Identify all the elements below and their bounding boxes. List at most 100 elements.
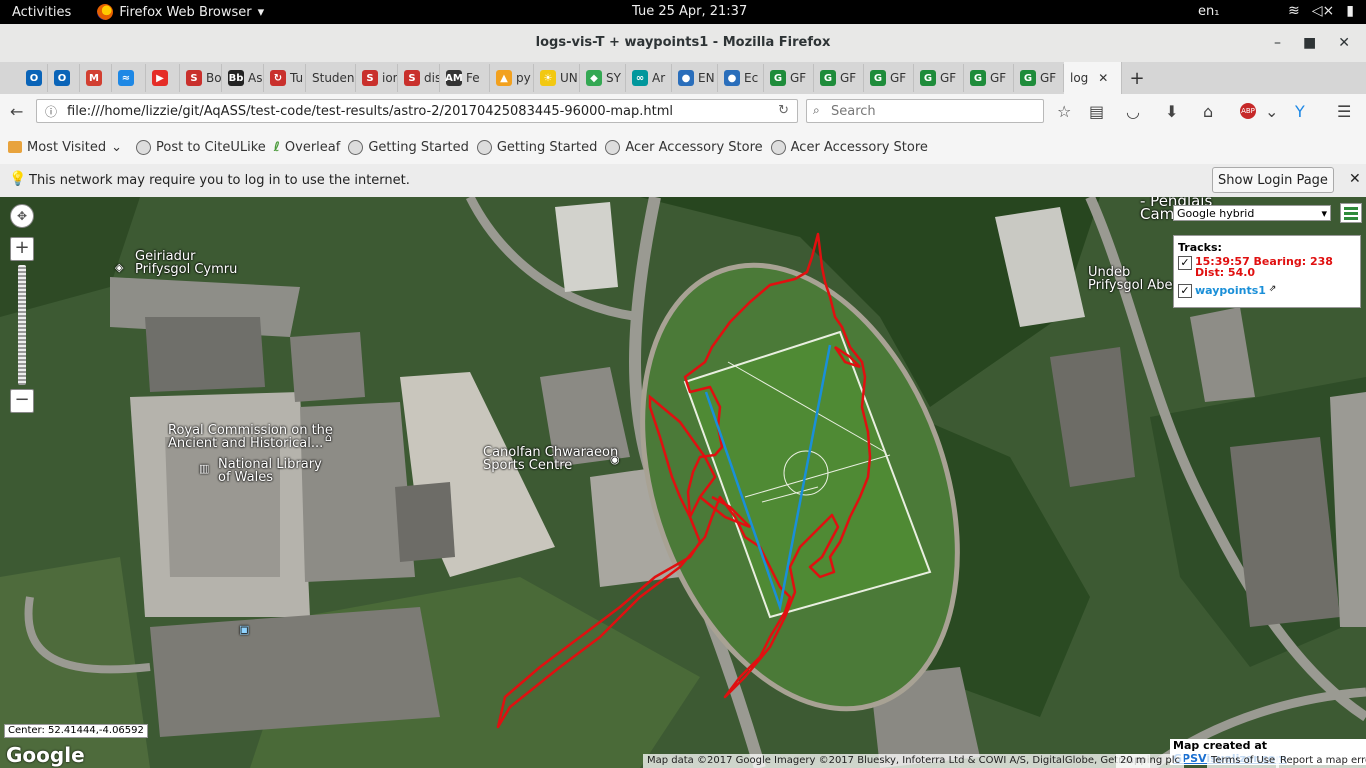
search-bar[interactable]: ⌕ Search <box>806 99 1044 123</box>
tab-item[interactable]: ● EN <box>672 64 718 92</box>
menu-icon <box>1344 207 1358 220</box>
tab-label: As <box>248 71 263 85</box>
zoom-in-button[interactable]: + <box>10 237 34 261</box>
tab-label: GF <box>990 71 1007 85</box>
globe-icon <box>348 139 364 155</box>
tab-item[interactable]: Sdis <box>398 64 440 92</box>
tab-item[interactable]: G GF <box>914 64 964 92</box>
map-credit-prefix: Map created at <box>1173 739 1268 752</box>
download-icon[interactable]: ⬇ <box>1165 102 1178 121</box>
globe-favicon-icon: ● <box>724 70 740 86</box>
zoom-control: + − <box>10 237 34 413</box>
tab-label: GF <box>840 71 857 85</box>
tab-item[interactable]: M <box>80 64 112 92</box>
layers-menu-button[interactable] <box>1340 203 1362 223</box>
minimize-button[interactable]: – <box>1274 24 1281 62</box>
chevron-down-icon: ⌄ <box>111 139 123 155</box>
tab-item[interactable]: G GF <box>864 64 914 92</box>
tab-item[interactable]: O <box>20 64 48 92</box>
back-arrow-icon[interactable]: ← <box>10 102 23 121</box>
bookmark-getting-started-2[interactable]: Getting Started <box>476 139 598 155</box>
track2-checkbox[interactable]: ✓ <box>1178 284 1192 298</box>
blackboard-favicon-icon: Bb <box>228 70 244 86</box>
adblock-icon[interactable]: ABP <box>1240 103 1256 119</box>
reload-icon[interactable]: ↻ <box>778 103 789 118</box>
zoom-slider[interactable] <box>18 265 26 385</box>
track2-label[interactable]: waypoints1 <box>1195 284 1266 298</box>
tab-item[interactable]: ● Ec <box>718 64 764 92</box>
extension-icon[interactable]: Y <box>1295 102 1305 121</box>
close-window-button[interactable]: ✕ <box>1338 24 1350 62</box>
bookmark-most-visited[interactable]: Most Visited ⌄ <box>8 140 122 155</box>
map-attribution: Map data ©2017 Google Imagery ©2017 Blue… <box>643 754 1184 768</box>
close-tab-icon[interactable]: ✕ <box>1098 71 1108 85</box>
bookmark-acer-2[interactable]: Acer Accessory Store <box>770 139 928 155</box>
tab-item[interactable]: ≈ <box>112 64 146 92</box>
tab-item[interactable]: S Bo <box>180 64 222 92</box>
terms-of-use-link[interactable]: Terms of Use <box>1207 754 1280 768</box>
app-menu[interactable]: Firefox Web Browser ▾ <box>97 4 264 20</box>
gps-favicon-icon: G <box>970 70 986 86</box>
zoom-out-button[interactable]: − <box>10 389 34 413</box>
tab-item[interactable]: G GF <box>964 64 1014 92</box>
input-language-indicator[interactable]: en₁ <box>1198 4 1219 19</box>
tab-item[interactable]: ↻ Tu <box>264 64 306 92</box>
track-row-1: ✓ 15:39:57 Bearing: 238 Dist: 54.0 <box>1178 256 1355 278</box>
tab-item[interactable]: ▶ <box>146 64 180 92</box>
system-tray[interactable]: ≋ ◁× ▮ <box>1288 3 1354 19</box>
close-notification-icon[interactable]: ✕ <box>1349 171 1361 187</box>
hamburger-menu-icon[interactable]: ☰ <box>1337 102 1351 121</box>
home-icon[interactable]: ⌂ <box>1203 102 1213 121</box>
tab-item[interactable]: ☀ UN <box>534 64 580 92</box>
tab-label: Tu <box>290 71 304 85</box>
external-link-icon[interactable]: ⇗ <box>1269 284 1277 298</box>
tab-item[interactable]: AM Fe <box>440 64 490 92</box>
chevron-down-icon[interactable]: ⌄ <box>1265 102 1278 121</box>
globe-icon <box>136 139 152 155</box>
tab-item[interactable]: O <box>48 64 80 92</box>
tab-item[interactable]: G GF <box>764 64 814 92</box>
track1-label[interactable]: 15:39:57 Bearing: 238 Dist: 54.0 <box>1195 256 1355 278</box>
show-login-page-button[interactable]: Show Login Page <box>1212 167 1334 193</box>
firefox-icon <box>97 4 114 20</box>
map-label-geiriadur: Geiriadur Prifysgol Cymru <box>135 249 238 277</box>
reading-list-icon[interactable]: ▤ <box>1089 102 1104 121</box>
bookmark-star-icon[interactable]: ☆ <box>1057 102 1071 121</box>
tab-item[interactable]: G GF <box>814 64 864 92</box>
tab-item[interactable]: Sion <box>356 64 398 92</box>
track1-checkbox[interactable]: ✓ <box>1178 256 1192 270</box>
bookmark-getting-started-1[interactable]: Getting Started <box>348 139 469 155</box>
tab-item[interactable]: ◆ SY <box>580 64 626 92</box>
map-label-royal-commission: Royal Commission on the Ancient and Hist… <box>168 423 333 451</box>
tab-item[interactable]: Bb As <box>222 64 264 92</box>
tab-active[interactable]: log ✕ <box>1064 62 1122 94</box>
report-map-error-link[interactable]: Report a map error <box>1276 754 1366 768</box>
tab-item[interactable]: Studen <box>306 64 356 92</box>
bookmark-overleaf[interactable]: ℓ Overleaf <box>274 140 341 155</box>
pan-control-icon[interactable]: ✥ <box>10 204 34 228</box>
new-tab-button[interactable]: + <box>1122 64 1152 92</box>
bookmark-citeulike[interactable]: Post to CiteULike <box>136 139 266 155</box>
bookmark-label: Most Visited <box>27 139 107 155</box>
pocket-icon[interactable]: ◡ <box>1126 102 1140 121</box>
activities-button[interactable]: Activities <box>12 5 71 20</box>
map-label-undeb: Undeb Prifysgol Aber <box>1088 265 1178 293</box>
url-bar[interactable]: ⓘ file:///home/lizzie/git/AqASS/test-cod… <box>36 99 798 123</box>
info-icon[interactable]: ⓘ <box>45 103 57 120</box>
maps-favicon-icon: ◆ <box>586 70 602 86</box>
map-type-select[interactable]: Google hybrid ▾ <box>1173 205 1331 221</box>
bookmark-label: Getting Started <box>496 139 598 155</box>
am-favicon-icon: AM <box>445 70 463 86</box>
clock[interactable]: Tue 25 Apr, 21:37 <box>632 4 747 19</box>
bookmark-acer-1[interactable]: Acer Accessory Store <box>605 139 763 155</box>
tab-item[interactable]: ▲ py <box>490 64 534 92</box>
folder-icon <box>8 141 22 153</box>
tab-item[interactable]: G GF <box>1014 64 1064 92</box>
sun-favicon-icon: ☀ <box>540 70 556 86</box>
maximize-button[interactable]: ■ <box>1303 24 1316 62</box>
s-favicon-icon: S <box>362 70 378 86</box>
map-viewport[interactable]: Geiriadur Prifysgol Cymru Royal Commissi… <box>0 197 1366 768</box>
tab-item[interactable]: ∞ Ar <box>626 64 672 92</box>
tab-label: EN <box>698 71 715 85</box>
map-type-value: Google hybrid <box>1177 207 1255 220</box>
